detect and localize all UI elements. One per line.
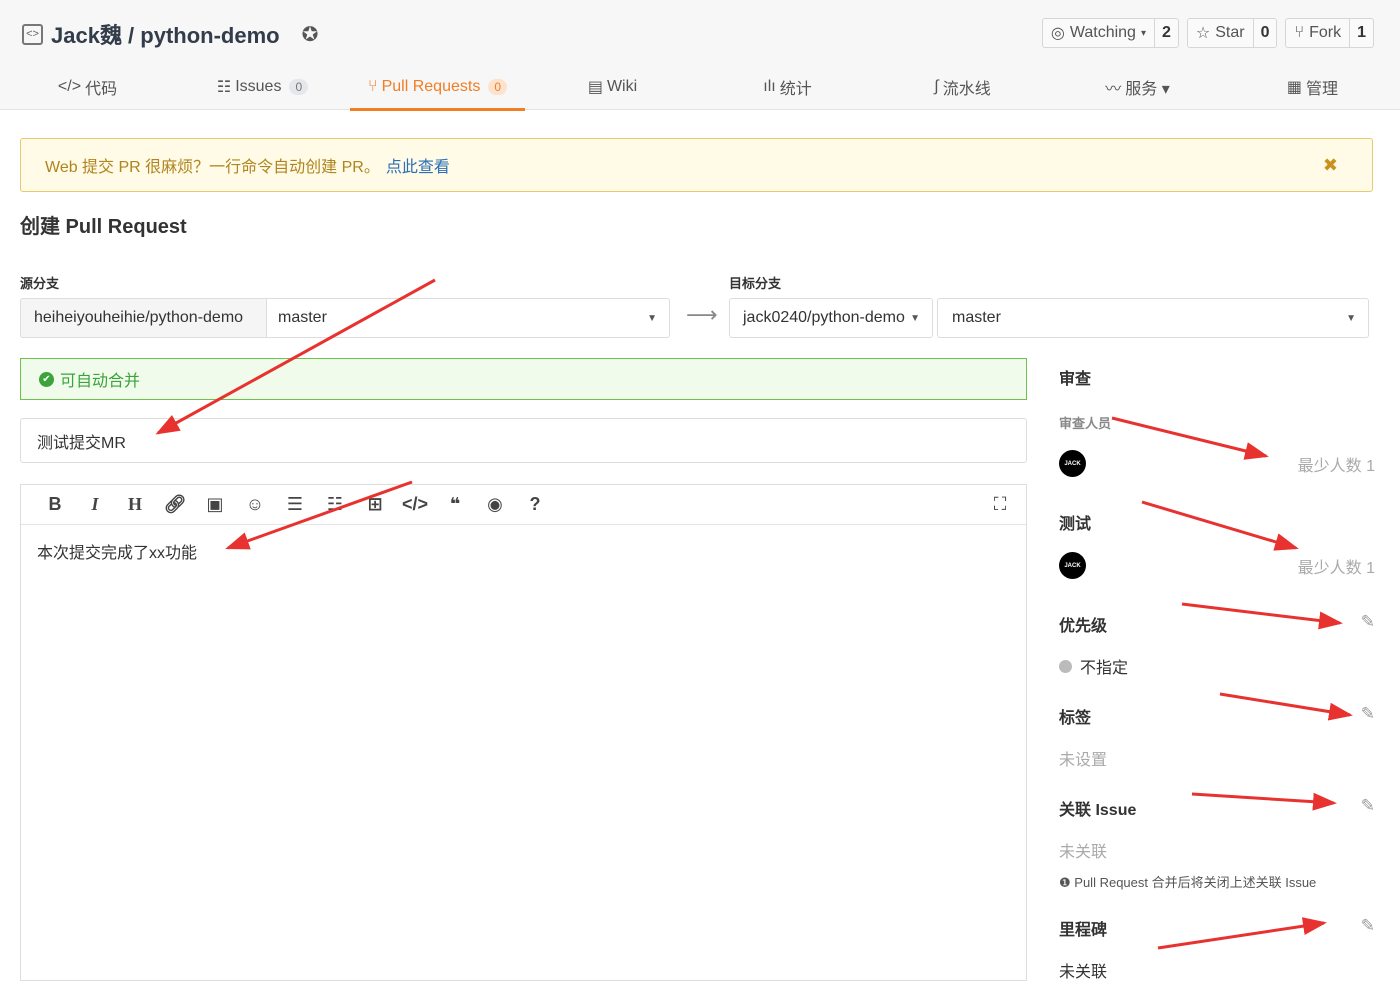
tab-manage[interactable]: ▦ 管理 [1225,64,1400,110]
bold-icon[interactable]: B [35,494,75,515]
bullet-list-icon[interactable]: ☰ [275,494,315,515]
description-text[interactable]: 本次提交完成了xx功能 [21,525,1026,577]
view-link[interactable]: 点此查看 [386,153,450,177]
numbered-list-icon[interactable]: ☷ [315,494,355,515]
source-repo-select[interactable]: heiheiyouheihie/python-demo [20,298,267,338]
book-icon: ▤ [587,79,603,96]
repo-name[interactable]: Jack魏 / python-demo [51,18,280,50]
code-box-icon: <> [22,23,43,45]
target-repo-select[interactable]: jack0240/python-demo ▼ [729,298,933,338]
repo-title: <> Jack魏 / python-demo ✪ [22,18,318,50]
repo-header: <> Jack魏 / python-demo ✪ ◎ Watching ▾ 2 ☆ St… [0,0,1400,111]
eye-icon: ◎ [1050,25,1065,42]
emoji-icon[interactable]: ☺ [235,494,275,515]
info-icon: ❶ [1059,875,1071,890]
labels-section: 标签 ✎ 未设置 [1059,704,1375,769]
pull-request-icon: ⑂ [367,78,378,95]
test-section: 测试 JACK 最少人数 1 [1059,510,1375,579]
promo-banner: Web 提交 PR 很麻烦？一行命令自动创建 PR。 点此查看 ✖ [20,138,1373,192]
issues-icon: ☷ [216,79,232,96]
linked-issue-section: 关联 Issue ✎ 未关联 ❶ Pull Request 合并后将关闭上述关联 … [1059,796,1375,890]
tab-stats[interactable]: ılı 统计 [700,64,875,110]
milestone-section: 里程碑 ✎ 未关联 [1059,916,1375,981]
tab-services[interactable]: 〰服务 ▾ [1050,64,1225,110]
edit-icon[interactable]: ✎ [1361,704,1375,724]
priority-dot-icon [1059,659,1072,673]
tab-issues[interactable]: ☷ Issues 0 [175,64,350,110]
watch-button[interactable]: ◎ Watching ▾ 2 [1041,18,1179,48]
merge-status: ✔ 可自动合并 [20,358,1027,400]
source-branch-label: 源分支 [20,276,60,291]
close-icon[interactable]: ✖ [1323,155,1338,176]
heading-icon[interactable]: H [115,494,155,515]
fork-button[interactable]: ⑂ Fork 1 [1285,18,1374,48]
image-icon[interactable]: ▣ [195,494,235,515]
caret-down-icon: ▼ [647,312,657,324]
tab-pull-requests[interactable]: ⑂ Pull Requests 0 [350,64,525,111]
review-section: 审查 审查人员 JACK 最少人数 1 [1059,365,1375,477]
help-icon[interactable]: ? [515,494,555,515]
star-count[interactable]: 0 [1252,19,1277,47]
star-button[interactable]: ☆ Star 0 [1186,18,1278,48]
code-icon: </> [57,78,82,95]
pulse-icon: 〰 [1105,81,1122,98]
table-icon[interactable]: ⊞ [355,494,395,515]
source-branch-select[interactable]: master ▼ [266,298,670,338]
check-circle-icon: ✔ [39,371,54,387]
fork-icon: ⑂ [1294,24,1305,41]
fullscreen-icon[interactable]: ⛶ [980,494,1020,515]
priority-section: 优先级 ✎ 不指定 [1059,612,1375,677]
avatar[interactable]: JACK [1059,552,1086,579]
edit-icon[interactable]: ✎ [1361,612,1375,632]
edit-icon[interactable]: ✎ [1361,796,1375,816]
tab-pipeline[interactable]: ∫ 流水线 [875,64,1050,110]
tab-code[interactable]: </> 代码 [0,64,175,110]
target-branch-label: 目标分支 [729,276,782,291]
quote-icon[interactable]: ❝ [435,494,475,515]
arrow-right-icon: ⟶ [686,302,718,327]
italic-icon[interactable]: I [75,494,115,515]
settings-doc-icon: ▦ [1286,79,1303,96]
issues-count: 0 [289,79,309,95]
caret-down-icon: ▼ [910,312,920,324]
tab-wiki[interactable]: ▤ Wiki [525,64,700,110]
caret-down-icon: ▼ [1346,312,1356,324]
pipeline-icon: ∫ [934,78,939,95]
edit-icon[interactable]: ✎ [1361,916,1375,936]
star-icon: ☆ [1195,25,1211,42]
award-icon[interactable]: ✪ [302,22,319,47]
chart-icon: ılı [763,78,776,95]
watch-count[interactable]: 2 [1153,19,1178,47]
description-editor[interactable]: B I H 🔗︎ ▣ ☺ ☰ ☷ ⊞ </> ❝ ◉ ? ⛶ 本次提交完成了xx… [20,484,1027,981]
target-branch-select[interactable]: master ▼ [937,298,1369,338]
link-icon[interactable]: 🔗︎ [155,494,195,515]
avatar[interactable]: JACK [1059,450,1086,477]
pr-count: 0 [488,79,507,95]
preview-eye-icon[interactable]: ◉ [475,494,515,515]
fork-count[interactable]: 1 [1349,19,1373,47]
code-icon[interactable]: </> [395,494,435,515]
pr-title-input[interactable]: 测试提交MR [20,418,1027,463]
editor-toolbar: B I H 🔗︎ ▣ ☺ ☰ ☷ ⊞ </> ❝ ◉ ? ⛶ [21,485,1026,525]
page-title: 创建 Pull Request [20,216,187,238]
